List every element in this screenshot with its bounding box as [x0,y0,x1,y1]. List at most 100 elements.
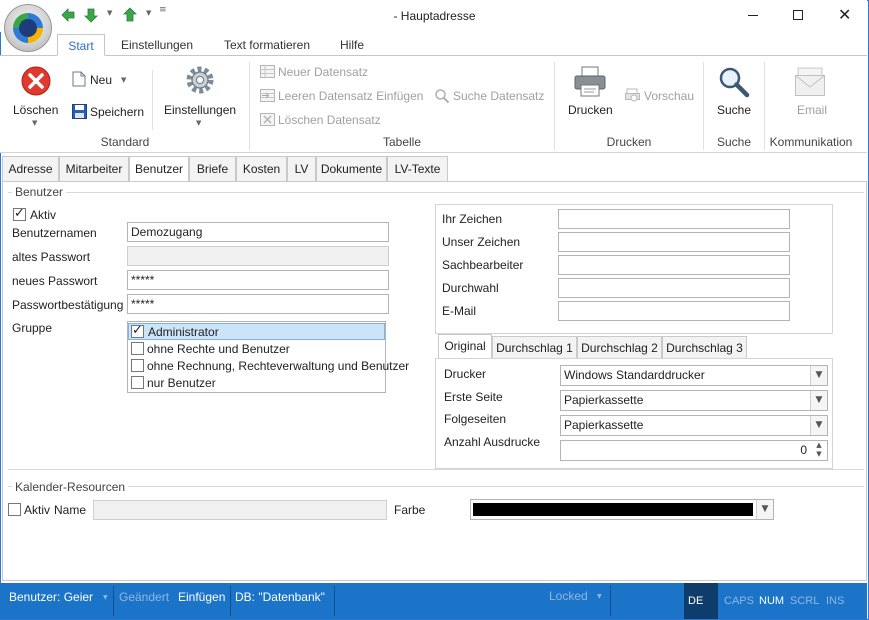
tab-original[interactable]: Original [438,334,492,359]
confirm-password-field[interactable]: ***** [127,294,389,314]
aktiv-checkbox[interactable] [13,206,26,221]
new-record-icon [260,65,275,78]
list-item[interactable]: ohne Rechnung, Rechteverwaltung und Benu… [128,357,409,374]
tab-mitarbeiter[interactable]: Mitarbeiter [59,156,129,182]
qat-customize-icon[interactable]: ≡ [159,5,167,15]
chevron-down-icon[interactable]: ▼ [810,416,827,435]
tab-durchschlag-1[interactable]: Durchschlag 1 [492,336,577,359]
status-bar: Benutzer: Geier ▼ Geändert Einfügen DB: … [0,583,867,619]
status-locked[interactable]: Locked [549,589,588,603]
ihr-zeichen-field[interactable] [558,209,790,229]
delete-record-button[interactable]: Löschen Datensatz [278,113,381,127]
settings-gear-icon[interactable] [184,64,216,96]
tab-benutzer[interactable]: Benutzer [129,156,189,183]
list-item[interactable]: Administrator [128,323,385,340]
first-page-select[interactable]: Papierkassette ▼ [560,390,828,411]
printer-icon[interactable] [573,66,607,98]
app-logo[interactable] [4,4,52,52]
group-label: Gruppe [12,321,53,335]
tab-dokumente[interactable]: Dokumente [316,156,387,182]
delete-button[interactable]: Löschen [13,103,58,117]
qat-dropdown-icon-2[interactable]: ▼ [146,9,151,17]
username-field[interactable]: Demozugang [127,222,389,242]
settings-dropdown-icon[interactable]: ▼ [196,119,201,127]
unser-zeichen-field[interactable] [558,232,790,252]
tab-adresse[interactable]: Adresse [2,156,59,182]
ribbon-separator [152,70,153,130]
chevron-down-icon[interactable]: ▼ [756,500,773,519]
chevron-down-icon[interactable]: ▼ [810,366,827,385]
copies-value: 0 [800,443,807,457]
email-field[interactable] [558,301,790,321]
new-record-button[interactable]: Neuer Datensatz [278,65,368,79]
settings-button[interactable]: Einstellungen [164,103,236,117]
group-checkbox[interactable] [131,342,144,355]
old-password-field[interactable] [127,246,389,266]
search-button[interactable]: Suche [717,103,751,117]
stepper-arrows-icon[interactable]: ▲ ▼ [812,441,826,460]
tab-text-formatieren[interactable]: Text formatieren [212,34,322,56]
tab-durchschlag-2[interactable]: Durchschlag 2 [577,336,662,359]
minimize-button[interactable] [730,0,776,31]
close-button[interactable]: ✕ [822,0,868,31]
down-arrow-icon[interactable] [83,7,99,23]
list-item[interactable]: ohne Rechte und Benutzer [128,340,385,357]
first-page-value: Papierkassette [564,393,644,407]
tab-lv-texte[interactable]: LV-Texte [387,156,448,182]
group-label-drucken: Drucken [606,135,652,149]
status-changed: Geändert [119,590,170,604]
status-ins: INS [826,595,845,607]
tab-briefe[interactable]: Briefe [189,156,236,182]
ribbon: Löschen ▼ Neu ▼ Speichern Einstellungen … [0,55,867,153]
group-checkbox[interactable] [131,359,144,372]
kalender-aktiv-checkbox[interactable] [8,503,21,516]
save-icon[interactable] [72,104,87,119]
status-user-dropdown-icon[interactable]: ▼ [103,594,108,601]
tab-start[interactable]: Start [57,34,105,56]
tab-hilfe[interactable]: Hilfe [332,34,372,56]
status-locked-dropdown-icon[interactable]: ▼ [597,593,602,600]
following-pages-select[interactable]: Papierkassette ▼ [560,415,828,436]
email-icon [795,67,825,96]
chevron-down-icon[interactable]: ▼ [810,391,827,410]
search-record-button[interactable]: Suche Datensatz [453,89,544,103]
qat-dropdown-icon[interactable]: ▼ [107,9,112,17]
list-item[interactable]: nur Benutzer [128,374,385,391]
farbe-select[interactable]: ▼ [470,499,774,520]
up-arrow-icon[interactable] [122,7,138,23]
durchwahl-field[interactable] [558,278,790,298]
tab-einstellungen[interactable]: Einstellungen [113,34,201,56]
group-listbox[interactable]: Administrator ohne Rechte und Benutzer o… [127,321,409,393]
new-document-icon[interactable] [72,71,86,87]
first-page-label: Erste Seite [444,390,503,404]
insert-empty-record-button[interactable]: Leeren Datensatz Einfügen [278,89,423,103]
delete-icon[interactable] [20,65,52,97]
group-checkbox[interactable] [131,376,144,389]
delete-dropdown-icon[interactable]: ▼ [32,119,37,127]
printer-select[interactable]: Windows Standarddrucker ▼ [560,365,828,386]
group-checkbox[interactable] [131,323,144,338]
insert-empty-record-icon [260,89,275,102]
ihr-zeichen-label: Ihr Zeichen [442,212,503,226]
group-border [8,192,864,193]
status-separator [113,586,114,616]
tab-lv[interactable]: LV [287,156,316,182]
search-icon[interactable] [718,66,750,98]
maximize-button[interactable] [776,0,822,31]
back-arrow-icon[interactable] [60,7,76,23]
tab-durchschlag-3[interactable]: Durchschlag 3 [662,336,747,359]
new-dropdown-icon[interactable]: ▼ [121,76,126,84]
new-button[interactable]: Neu [90,73,112,87]
kalender-name-field[interactable] [93,500,387,520]
copies-stepper[interactable]: 0 ▲ ▼ [560,440,828,461]
status-user[interactable]: Benutzer: Geier [9,590,93,604]
preview-button[interactable]: Vorschau [644,89,694,103]
email-label: E-Mail [442,304,477,318]
kalender-aktiv-label: Aktiv [24,503,51,517]
save-button[interactable]: Speichern [90,105,144,119]
tab-kosten[interactable]: Kosten [236,156,287,182]
print-button[interactable]: Drucken [568,103,613,117]
email-button[interactable]: Email [797,103,827,117]
new-password-field[interactable]: ***** [127,270,389,290]
sachbearbeiter-field[interactable] [558,255,790,275]
